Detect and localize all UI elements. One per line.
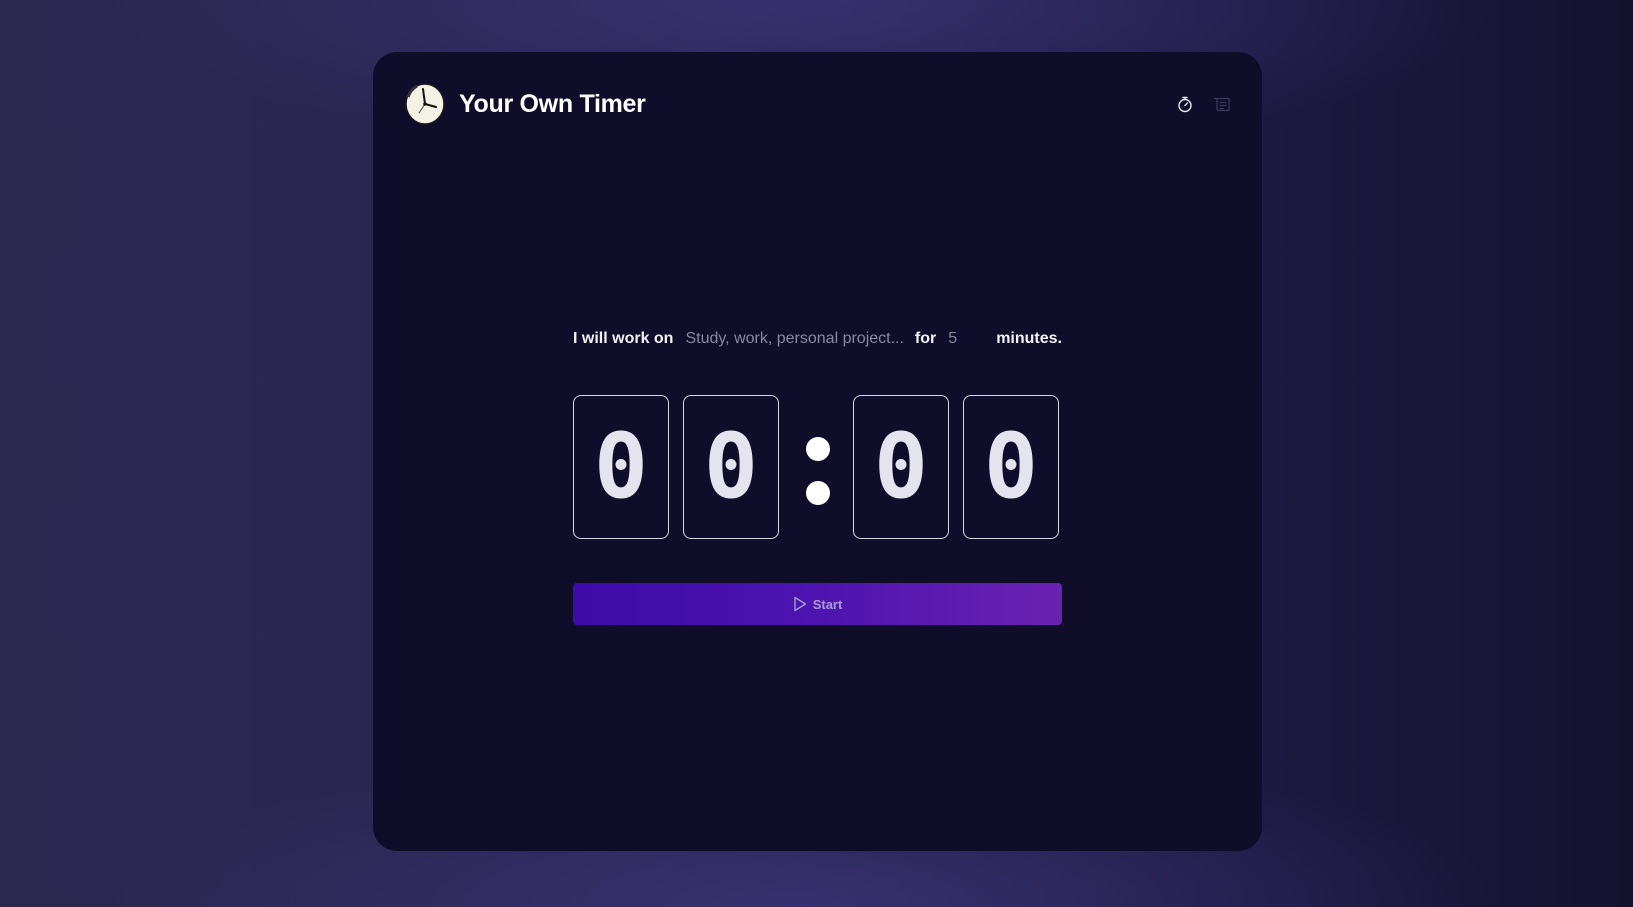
- separator-dot-bottom: [806, 481, 830, 505]
- sentence-suffix: minutes.: [996, 330, 1062, 347]
- task-list-icon[interactable]: [1212, 95, 1230, 113]
- clock-icon: [405, 83, 445, 125]
- sentence-prefix: I will work on: [573, 330, 674, 347]
- task-input[interactable]: [685, 330, 903, 348]
- timer-card: Your Own Timer I will work on Study, wor…: [373, 52, 1262, 851]
- timer-display: 0 0 0 0: [573, 395, 1062, 541]
- minutes-ones-digit: 0: [683, 395, 779, 539]
- time-separator: [805, 395, 831, 541]
- app-title: Your Own Timer: [459, 89, 646, 118]
- play-icon: [793, 596, 806, 612]
- for-label: for: [914, 330, 937, 347]
- start-label: Start: [812, 596, 843, 612]
- start-button[interactable]: Start: [573, 583, 1062, 625]
- minutes-input[interactable]: [948, 330, 989, 348]
- brand: Your Own Timer: [405, 83, 646, 125]
- work-sentence: I will work on for minutes.: [573, 330, 1062, 348]
- header-actions: [1176, 95, 1230, 113]
- header: Your Own Timer: [405, 82, 1230, 126]
- stopwatch-icon[interactable]: [1176, 95, 1194, 113]
- seconds-tens-digit: 0: [853, 395, 949, 539]
- seconds-ones-digit: 0: [963, 395, 1059, 539]
- minutes-tens-digit: 0: [573, 395, 669, 539]
- separator-dot-top: [806, 437, 830, 461]
